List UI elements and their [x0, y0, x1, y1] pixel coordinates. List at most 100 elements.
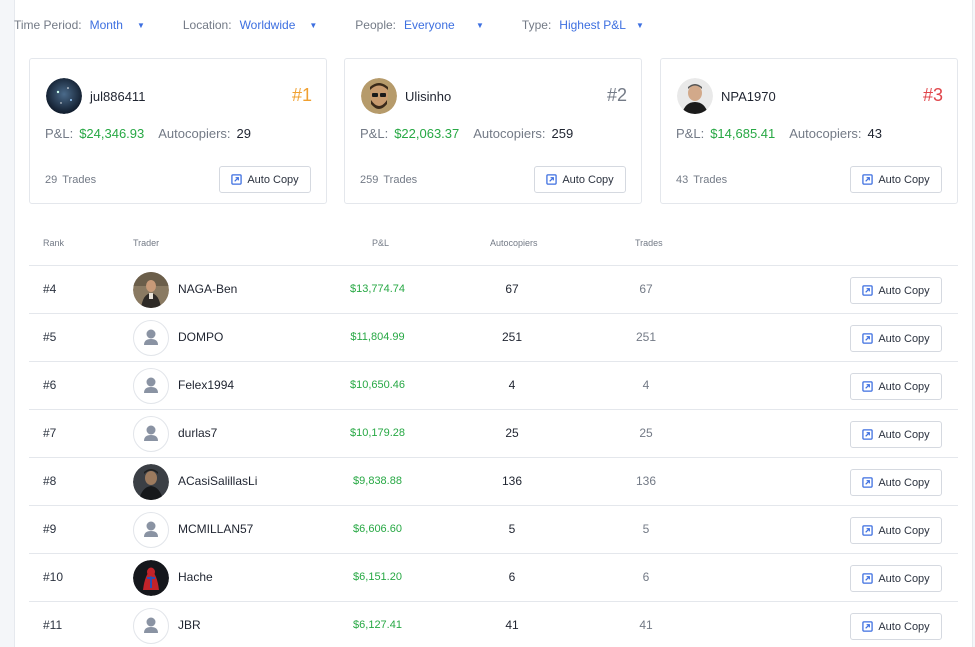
table-row[interactable]: #9 MCMILLAN57 $6,606.60 5 5 Auto Copy	[29, 506, 958, 554]
filter-people[interactable]: People: Everyone ▼	[355, 18, 484, 32]
auto-copy-button[interactable]: Auto Copy	[850, 469, 942, 496]
table-row[interactable]: #11 JBR $6,127.41 41 41 Auto Copy	[29, 602, 958, 647]
column-header-autocopiers: Autocopiers	[490, 238, 538, 248]
rank-cell: #5	[43, 330, 57, 344]
trades-count: 29 Trades	[45, 174, 101, 186]
filter-value: Worldwide	[239, 18, 296, 32]
trades-number: 29	[45, 174, 58, 186]
auto-copy-button[interactable]: Auto Copy	[850, 613, 942, 640]
auto-copy-label: Auto Copy	[878, 173, 930, 186]
rank-badge: #2	[606, 85, 627, 105]
filter-time-period[interactable]: Time Period: Month ▼	[14, 18, 145, 32]
pl-value: $24,346.93	[79, 126, 145, 141]
top-trader-card-2: Ulisinho #2 P&L: $22,063.37 Autocopiers:…	[344, 58, 642, 204]
trades-cell: 4	[642, 378, 650, 392]
avatar	[677, 78, 713, 114]
auto-copy-label: Auto Copy	[247, 173, 299, 186]
filter-label: Location:	[182, 18, 232, 32]
filter-label: Type:	[521, 18, 552, 32]
pl-value: $14,685.41	[710, 126, 776, 141]
autocopiers-cell: 25	[505, 426, 519, 440]
trader-name[interactable]: ACasiSalillasLi	[178, 474, 257, 488]
trades-cell: 6	[642, 570, 650, 584]
auto-copy-button[interactable]: Auto Copy	[534, 166, 626, 193]
trader-name[interactable]: Ulisinho	[405, 89, 451, 104]
trades-label: Trades	[383, 174, 418, 186]
auto-copy-button[interactable]: Auto Copy	[850, 517, 942, 544]
default-avatar-icon	[133, 368, 169, 404]
rank-badge: #3	[922, 85, 943, 105]
trader-name[interactable]: durlas7	[178, 426, 217, 440]
autocopiers-label: Autocopiers:	[473, 126, 546, 141]
avatar	[133, 464, 169, 500]
auto-copy-button[interactable]: Auto Copy	[219, 166, 311, 193]
trades-label: Trades	[62, 174, 97, 186]
pl-value: $22,063.37	[394, 126, 460, 141]
pl-label: P&L:	[676, 126, 705, 141]
auto-copy-icon	[862, 381, 874, 392]
auto-copy-button[interactable]: Auto Copy	[850, 277, 942, 304]
autocopiers-value: 29	[236, 126, 251, 141]
stats-line: P&L: $22,063.37 Autocopiers: 259	[360, 126, 573, 141]
rank-cell: #4	[43, 282, 57, 296]
column-header-rank: Rank	[43, 238, 65, 248]
filter-label: Time Period:	[14, 18, 82, 32]
auto-copy-button[interactable]: Auto Copy	[850, 565, 942, 592]
auto-copy-button[interactable]: Auto Copy	[850, 166, 942, 193]
table-row[interactable]: #7 durlas7 $10,179.28 25 25 Auto Copy	[29, 410, 958, 458]
table-row[interactable]: #10 Hache $6,151.20 6 6 Auto Copy	[29, 554, 958, 602]
filter-type[interactable]: Type: Highest P&L ▼	[522, 18, 644, 32]
avatar	[46, 78, 82, 114]
auto-copy-label: Auto Copy	[878, 572, 930, 585]
filter-location[interactable]: Location: Worldwide ▼	[183, 18, 317, 32]
trades-cell: 5	[642, 522, 650, 536]
auto-copy-icon	[546, 174, 558, 185]
trader-name[interactable]: JBR	[178, 618, 201, 632]
trader-name[interactable]: MCMILLAN57	[178, 522, 253, 536]
trader-name[interactable]: DOMPO	[178, 330, 223, 344]
pl-label: P&L:	[360, 126, 389, 141]
trades-cell: 251	[635, 330, 657, 344]
auto-copy-icon	[862, 174, 874, 185]
auto-copy-icon	[862, 429, 874, 440]
trader-name[interactable]: NAGA-Ben	[178, 282, 237, 296]
table-row[interactable]: #4 NAGA-Ben $13,774.74 67 67 Auto Copy	[29, 266, 958, 314]
trader-name[interactable]: jul886411	[90, 89, 145, 104]
caret-down-icon: ▼	[309, 20, 318, 30]
table-row[interactable]: #6 Felex1994 $10,650.46 4 4 Auto Copy	[29, 362, 958, 410]
trades-cell: 25	[639, 426, 653, 440]
stats-line: P&L: $24,346.93 Autocopiers: 29	[45, 126, 251, 141]
auto-copy-label: Auto Copy	[878, 524, 930, 537]
default-avatar-icon	[133, 512, 169, 548]
trader-name[interactable]: NPA1970	[721, 89, 776, 104]
default-avatar-icon	[133, 416, 169, 452]
avatar	[133, 272, 169, 308]
auto-copy-button[interactable]: Auto Copy	[850, 421, 942, 448]
rank-cell: #7	[43, 426, 57, 440]
avatar	[133, 560, 169, 596]
auto-copy-label: Auto Copy	[562, 173, 614, 186]
auto-copy-icon	[862, 477, 874, 488]
rank-cell: #9	[43, 522, 57, 536]
trades-label: Trades	[693, 174, 728, 186]
auto-copy-button[interactable]: Auto Copy	[850, 325, 942, 352]
autocopiers-cell: 41	[505, 618, 519, 632]
autocopiers-value: 259	[551, 126, 574, 141]
trader-name[interactable]: Felex1994	[178, 378, 234, 392]
caret-down-icon: ▼	[635, 20, 644, 30]
filter-bar: Time Period: Month ▼ Location: Worldwide…	[14, 17, 644, 33]
table-row[interactable]: #8 ACasiSalillasLi $9,838.88 136 136 Aut…	[29, 458, 958, 506]
auto-copy-label: Auto Copy	[878, 284, 930, 297]
table-row[interactable]: #5 DOMPO $11,804.99 251 251 Auto Copy	[29, 314, 958, 362]
auto-copy-label: Auto Copy	[878, 620, 930, 633]
default-avatar-icon	[133, 608, 169, 644]
autocopiers-cell: 67	[505, 282, 519, 296]
trades-count: 43 Trades	[676, 174, 732, 186]
caret-down-icon: ▼	[136, 20, 145, 30]
trader-name[interactable]: Hache	[178, 570, 213, 584]
pl-cell: $10,650.46	[349, 379, 406, 391]
trades-number: 259	[360, 174, 379, 186]
pl-cell: $13,774.74	[349, 283, 406, 295]
autocopiers-value: 43	[867, 126, 882, 141]
auto-copy-button[interactable]: Auto Copy	[850, 373, 942, 400]
